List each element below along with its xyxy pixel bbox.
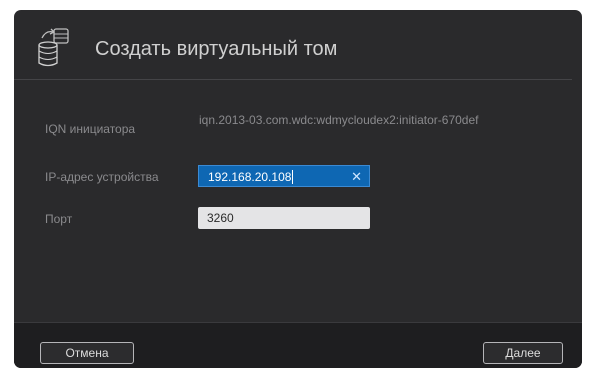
database-icon [36, 26, 76, 68]
port-value: 3260 [207, 211, 234, 225]
ip-address-value: 192.168.20.108 [208, 170, 292, 184]
ip-address-input[interactable]: 192.168.20.108 ✕ [198, 165, 370, 187]
port-input[interactable]: 3260 [198, 207, 370, 229]
iqn-value: iqn.2013-03.com.wdc:wdmycloudex2:initiat… [199, 113, 479, 127]
text-caret [292, 170, 294, 184]
create-virtual-volume-dialog: Создать виртуальный том IQN инициатора i… [14, 10, 582, 368]
dialog-footer: Отмена Далее [14, 322, 582, 368]
next-button[interactable]: Далее [483, 342, 563, 364]
header-divider [14, 79, 572, 80]
clear-icon[interactable]: ✕ [351, 170, 362, 183]
dialog-header: Создать виртуальный том [14, 10, 582, 80]
iqn-label: IQN инициатора [45, 122, 136, 136]
port-label: Порт [45, 212, 73, 226]
ip-address-label: IP-адрес устройства [45, 170, 159, 184]
dialog-title: Создать виртуальный том [95, 38, 338, 60]
cancel-button[interactable]: Отмена [40, 342, 134, 364]
